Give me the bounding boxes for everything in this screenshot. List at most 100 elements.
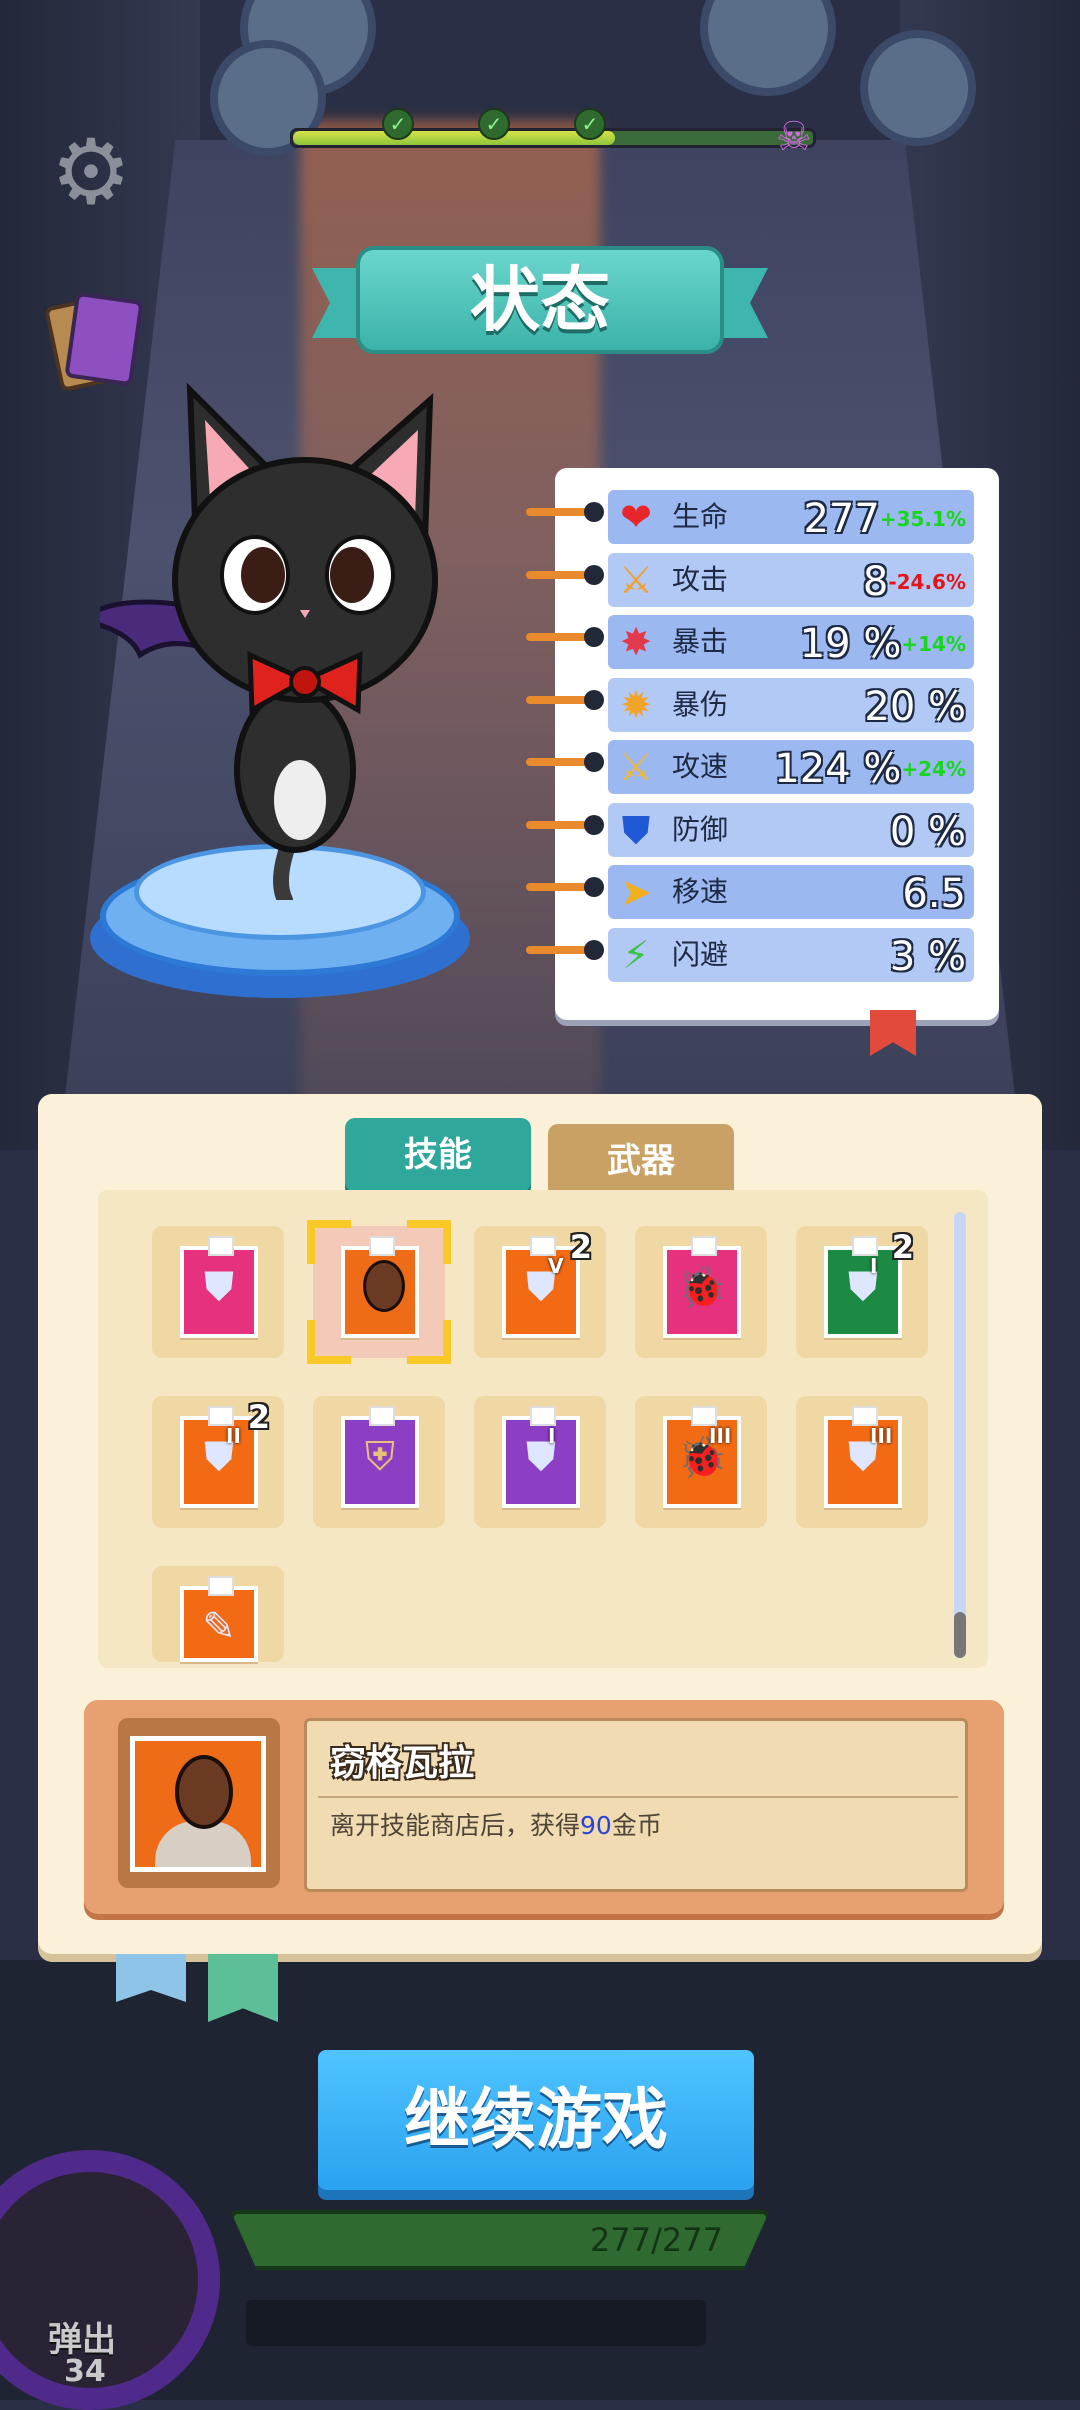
card-clip (369, 1406, 395, 1426)
skill-slot[interactable]: ⛊ I 2 (796, 1226, 928, 1358)
stat-peg (526, 752, 604, 772)
stat-peg (526, 502, 604, 522)
skill-card: ⛊ (824, 1246, 902, 1338)
skill-tier: III (870, 1424, 893, 1448)
card-clip (208, 1406, 234, 1426)
skill-portrait (130, 1736, 266, 1872)
skill-slot[interactable]: ⛊ II 2 (152, 1396, 284, 1528)
stats-panel: ❤ 生命 277+35.1% ⚔ 攻击 8-24.6% ✸ 暴击 19 %+14% ✹ 暴伤 20 %… (526, 468, 999, 1020)
gold-amount: 90 (580, 1811, 612, 1840)
card-clip (530, 1236, 556, 1256)
tab-skills[interactable]: 技能 (345, 1118, 531, 1198)
skill-description-unit: 金币 (611, 1811, 662, 1840)
stat-row: ✹ 暴伤 20 % (526, 677, 974, 734)
shield-icon: ⛊ (621, 807, 651, 852)
selection-corner (307, 1320, 351, 1364)
stat-value-group: 20 % (864, 678, 966, 734)
title-banner: 状态 (312, 246, 768, 354)
skill-tier: II (226, 1424, 241, 1448)
stat-value: 8 (862, 558, 889, 605)
stat-value: 277 (803, 496, 880, 542)
skill-card: ✎ (180, 1586, 258, 1662)
skill-slot[interactable]: ⛊ III (796, 1396, 928, 1528)
card-clip (369, 1236, 395, 1256)
stat-row: ❤ 生命 277+35.1% (526, 490, 974, 546)
skill-name: 窃格瓦拉 (330, 1743, 475, 1784)
stat-row: ✸ 暴击 19 %+14% (526, 615, 974, 671)
skill-description: 离开技能商店后，获得90金币 (330, 1806, 662, 1842)
skill-description-text: 离开技能商店后，获得 (330, 1811, 581, 1840)
stat-value-group: 277+35.1% (803, 490, 966, 546)
stat-row: ⚡ 闪避 3 % (526, 927, 974, 984)
portrait-face (175, 1755, 233, 1829)
page-title: 状态 (356, 246, 724, 354)
stat-name: 闪避 (672, 937, 729, 971)
stat-row: ⚔ 攻速 124 %+24% (526, 740, 974, 794)
shield-icon: ⛊ (526, 1434, 556, 1480)
skill-slot[interactable]: ⛊ I (474, 1396, 606, 1528)
card-clip (852, 1236, 878, 1256)
move-speed-icon: ➤ (620, 870, 652, 914)
black-cat-character (100, 382, 438, 900)
skill-slot[interactable]: ⛊ (152, 1226, 284, 1358)
selection-corner (307, 1220, 351, 1264)
boss-skull-icon: ☠ (776, 114, 812, 160)
skill-grid-scrollbar[interactable] (954, 1212, 966, 1658)
skill-slot[interactable]: 🐞 (635, 1226, 767, 1358)
stat-value-group: 3 % (890, 928, 966, 984)
crit-damage-icon: ✹ (620, 682, 652, 727)
card-clip (208, 1576, 234, 1596)
stat-row: ⛊ 防御 0 % (526, 802, 974, 857)
attack-speed-icon: ⚔ (618, 745, 654, 789)
stat-peg (526, 689, 604, 710)
twin-shield-icon: ⛨ (365, 1434, 395, 1480)
skill-card: ⛨ (341, 1416, 419, 1508)
stat-value: 6.5 (902, 871, 966, 917)
shield-icon: ⛊ (526, 1264, 556, 1310)
feather-icon: ✎ (202, 1604, 236, 1650)
stat-peg (526, 627, 604, 647)
stat-peg (526, 939, 604, 960)
stat-peg (526, 814, 604, 835)
heart-icon: ❤ (620, 495, 652, 539)
wave-progress-bar (290, 128, 816, 148)
dome-tower (860, 30, 976, 146)
stat-value-group: 19 %+14% (800, 615, 966, 671)
skill-card: ⛊ (502, 1416, 580, 1508)
continue-game-button[interactable]: 继续游戏 (318, 2050, 754, 2190)
tab-weapons[interactable]: 武器 (548, 1124, 734, 1198)
eject-ring (0, 2150, 220, 2410)
skill-slot[interactable]: ✎ (152, 1566, 284, 1662)
skill-level: 2 (569, 1228, 592, 1266)
card-clip (852, 1406, 878, 1426)
skill-tier: V (548, 1254, 564, 1278)
crit-icon: ✸ (620, 620, 652, 664)
skill-slot[interactable]: ⛊ V 2 (474, 1226, 606, 1358)
skill-slot[interactable]: ⛨ (313, 1396, 445, 1528)
stat-name: 防御 (672, 812, 729, 846)
scrollbar-thumb[interactable] (954, 1612, 966, 1658)
skill-card: ⛊ (180, 1416, 258, 1508)
dodge-icon: ⚡ (622, 932, 650, 977)
eject-button[interactable]: 弹出 34 (0, 2120, 230, 2410)
dome-tower (700, 0, 836, 96)
stat-name: 攻速 (672, 750, 729, 783)
wave-progress-fill (293, 131, 616, 145)
skill-slot[interactable] (307, 1220, 451, 1364)
skill-slot[interactable]: 🐞 III (635, 1396, 767, 1528)
portrait-face (363, 1260, 405, 1312)
gear-icon[interactable]: ⚙ (46, 128, 136, 218)
stat-value: 124 % (774, 746, 902, 792)
stat-value-group: 8-24.6% (863, 553, 966, 609)
player-hp-text: 277/277 (590, 2221, 723, 2259)
cards-icon[interactable] (43, 290, 144, 393)
skill-level: 2 (247, 1398, 270, 1436)
stat-delta: +14% (901, 632, 966, 656)
stat-value: 0 % (889, 808, 966, 855)
skill-card: ⛊ (502, 1246, 580, 1338)
skill-card: 🐞 (663, 1246, 741, 1338)
shield-icon: ⛊ (204, 1264, 234, 1310)
stat-delta: +35.1% (879, 507, 966, 531)
stat-row: ➤ 移速 6.5 (526, 865, 974, 919)
card-front (64, 291, 144, 387)
